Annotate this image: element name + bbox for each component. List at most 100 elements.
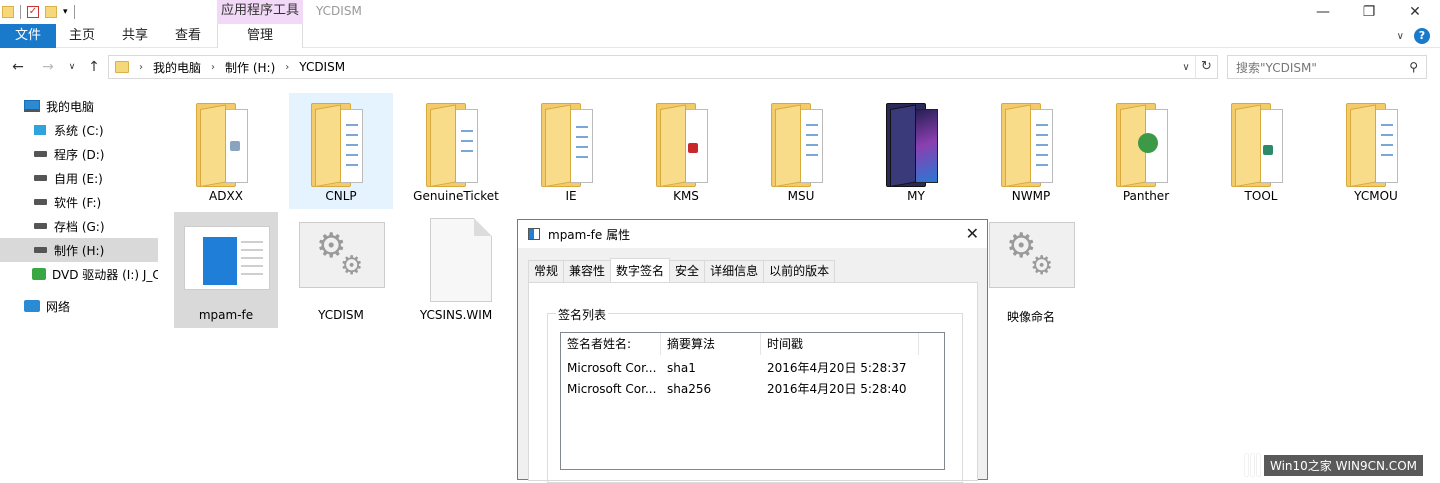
folder-item-tool[interactable]: TOOL	[1209, 93, 1313, 209]
table-row[interactable]: Microsoft Cor... sha256 2016年4月20日 5:28:…	[561, 379, 944, 399]
folder-item-my[interactable]: MY	[864, 93, 968, 209]
tab-details[interactable]: 详细信息	[704, 260, 765, 282]
sidebar-item-drive-e[interactable]: 自用 (E:)	[0, 166, 158, 190]
tab-home[interactable]: 主页	[56, 24, 108, 48]
close-icon[interactable]: ✕	[966, 224, 979, 243]
column-header-digest[interactable]: 摘要算法	[661, 333, 761, 355]
forward-arrow-icon[interactable]: →	[38, 57, 58, 77]
drive-icon	[34, 223, 47, 229]
folder-icon	[311, 103, 373, 187]
folder-item-panther[interactable]: Panther	[1094, 93, 1198, 209]
breadcrumb-my-computer[interactable]: 我的电脑	[153, 59, 201, 76]
chevron-right-icon[interactable]: ›	[285, 62, 289, 73]
watermark-text: Win10之家 WIN9CN.COM	[1264, 454, 1423, 476]
item-label: MSU	[787, 189, 815, 203]
customize-toolbar-icon[interactable]: ▾	[63, 7, 68, 17]
folder-icon	[1001, 103, 1063, 187]
search-placeholder: 搜索"YCDISM"	[1236, 60, 1317, 75]
tab-file[interactable]: 文件	[0, 24, 56, 48]
column-header-signer[interactable]: 签名者姓名:	[561, 333, 661, 355]
chevron-right-icon[interactable]: ›	[139, 62, 143, 73]
sidebar-item-drive-h[interactable]: 制作 (H:)	[0, 238, 158, 262]
sidebar-item-my-computer[interactable]: 我的电脑	[0, 94, 158, 118]
signature-list[interactable]: 签名者姓名: 摘要算法 时间戳 Microsoft Cor... sha1 20…	[560, 332, 945, 470]
sidebar-item-network[interactable]: 网络	[0, 294, 158, 318]
sidebar-item-label: 我的电脑	[46, 99, 95, 114]
file-item-ycsins-wim[interactable]: YCSINS.WIM	[404, 212, 508, 328]
sidebar-item-drive-g[interactable]: 存档 (G:)	[0, 214, 158, 238]
folder-item-msu[interactable]: MSU	[749, 93, 853, 209]
tab-compatibility[interactable]: 兼容性	[563, 260, 612, 282]
folder-item-genuineticket[interactable]: GenuineTicket	[404, 93, 508, 209]
drive-icon	[34, 247, 47, 253]
properties-icon[interactable]: ✓	[27, 6, 39, 18]
tab-manage[interactable]: 管理	[217, 24, 303, 48]
item-label: IE	[565, 189, 577, 203]
dialog-title: mpam-fe 属性	[548, 227, 631, 242]
sidebar-item-label: 程序 (D:)	[54, 147, 105, 162]
address-bar[interactable]: › 我的电脑 › 制作 (H:) › YCDISM ∨ ↻	[108, 55, 1218, 79]
minimize-button[interactable]: —	[1300, 0, 1346, 24]
item-label: Panther	[1122, 189, 1170, 203]
cell-digest: sha256	[667, 382, 712, 396]
folder-icon	[115, 61, 129, 73]
sidebar-item-dvd-drive[interactable]: DVD 驱动器 (I:) J_C	[0, 262, 158, 286]
folder-item-ie[interactable]: IE	[519, 93, 623, 209]
file-icon	[430, 218, 492, 302]
folder-item-ycmou[interactable]: YCMOU	[1324, 93, 1428, 209]
help-icon[interactable]: ?	[1414, 28, 1430, 44]
cell-signer: Microsoft Cor...	[567, 382, 657, 396]
search-input[interactable]: 搜索"YCDISM" ⚲	[1227, 55, 1427, 79]
sidebar-item-label: 系统 (C:)	[54, 123, 104, 138]
folder-item-kms[interactable]: KMS	[634, 93, 738, 209]
chevron-right-icon[interactable]: ›	[211, 62, 215, 73]
address-controls: ∨ ↻	[1177, 56, 1217, 78]
file-item-mpam-fe[interactable]: mpam-fe	[174, 212, 278, 328]
tab-share[interactable]: 共享	[108, 24, 162, 48]
close-button[interactable]: ✕	[1392, 0, 1438, 24]
properties-dialog: mpam-fe 属性 ✕ 常规 兼容性 数字签名 安全 详细信息 以前的版本 签…	[517, 219, 988, 483]
search-icon[interactable]: ⚲	[1409, 60, 1418, 74]
folder-icon	[1116, 103, 1178, 187]
tab-security[interactable]: 安全	[669, 260, 706, 282]
recent-locations-icon[interactable]: ∨	[62, 57, 82, 77]
tab-view[interactable]: 查看	[162, 24, 214, 48]
folder-icon	[426, 103, 488, 187]
sidebar-item-drive-c[interactable]: 系统 (C:)	[0, 118, 158, 142]
item-label: KMS	[673, 189, 699, 203]
sidebar-item-drive-f[interactable]: 软件 (F:)	[0, 190, 158, 214]
sidebar-item-drive-d[interactable]: 程序 (D:)	[0, 142, 158, 166]
drive-icon	[34, 175, 47, 181]
up-arrow-icon[interactable]: ↑	[84, 57, 104, 77]
file-item-ycdism[interactable]: ⚙ ⚙ YCDISM	[289, 212, 393, 328]
folder-icon	[771, 103, 833, 187]
breadcrumb-ycdism[interactable]: YCDISM	[299, 60, 345, 74]
tab-general[interactable]: 常规	[528, 260, 565, 282]
dialog-title-bar[interactable]: mpam-fe 属性 ✕	[518, 220, 987, 248]
folder-item-nwmp[interactable]: NWMP	[979, 93, 1083, 209]
folder-icon	[1346, 103, 1408, 187]
folder-icon	[656, 103, 718, 187]
tab-digital-signatures[interactable]: 数字签名	[610, 258, 671, 282]
sidebar-item-label: 自用 (E:)	[54, 171, 103, 186]
folder-item-adxx[interactable]: ADXX	[174, 93, 278, 209]
file-item-image-naming[interactable]: ⚙ ⚙ 映像命名	[979, 212, 1083, 328]
chevron-down-icon[interactable]: ∨	[1177, 62, 1195, 73]
refresh-icon[interactable]: ↻	[1195, 56, 1217, 78]
folder-icon[interactable]	[2, 6, 14, 18]
column-header-timestamp[interactable]: 时间戳	[761, 333, 919, 355]
breadcrumb-drive-h[interactable]: 制作 (H:)	[225, 59, 275, 76]
tab-previous-versions[interactable]: 以前的版本	[763, 260, 836, 282]
navigation-pane: 我的电脑 系统 (C:) 程序 (D:) 自用 (E:) 软件 (F:) 存档 …	[0, 86, 158, 480]
item-label: TOOL	[1244, 189, 1278, 203]
back-arrow-icon[interactable]: ←	[8, 57, 28, 77]
cell-digest: sha1	[667, 361, 696, 375]
group-label: 签名列表	[556, 306, 609, 323]
table-row[interactable]: Microsoft Cor... sha1 2016年4月20日 5:28:37	[561, 358, 944, 378]
expand-ribbon-icon[interactable]: ∨	[1397, 31, 1404, 42]
maximize-button[interactable]: ❐	[1346, 0, 1392, 24]
dialog-tabs: 常规 兼容性 数字签名 安全 详细信息 以前的版本	[528, 258, 836, 282]
context-tab-app-tools: 应用程序工具	[217, 0, 303, 24]
new-folder-icon[interactable]	[45, 6, 57, 18]
folder-item-cnlp[interactable]: CNLP	[289, 93, 393, 209]
